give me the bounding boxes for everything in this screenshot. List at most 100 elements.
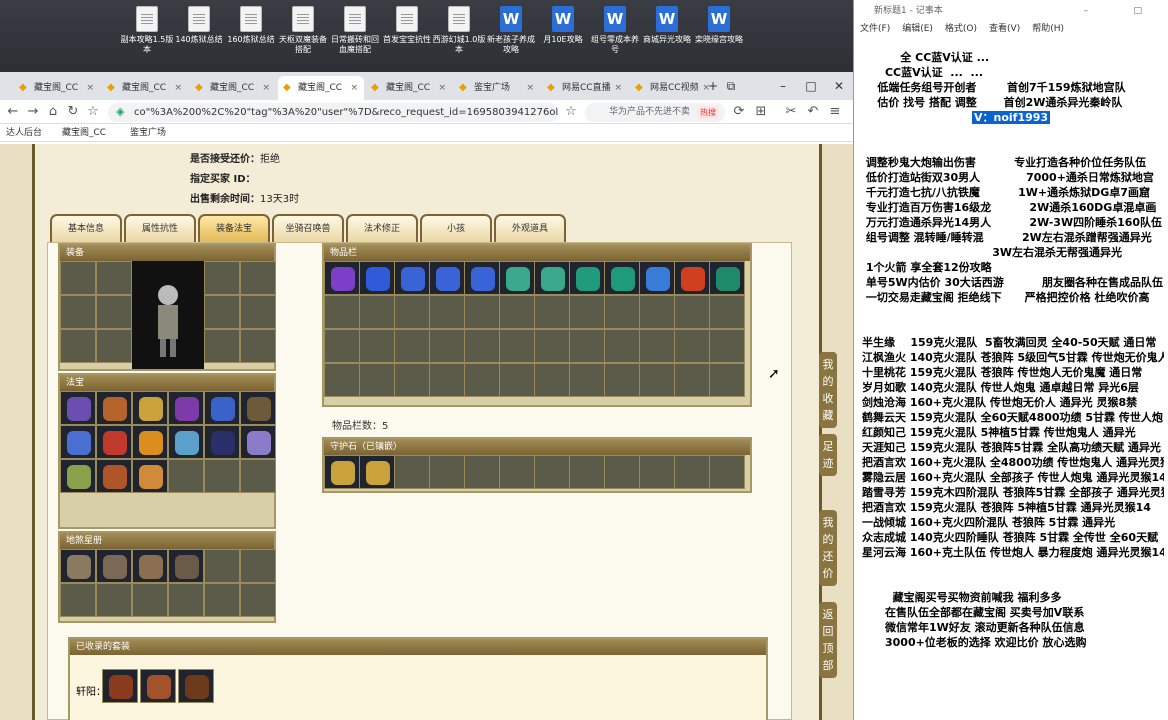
undo-icon[interactable]: ↶ xyxy=(804,103,822,121)
url-input[interactable]: ◈ co"%3A%200%2C%20"tag"%3A%20"user"%7D&re… xyxy=(108,103,558,122)
detail-tab[interactable]: 法术修正 xyxy=(346,214,418,242)
new-tab-button[interactable]: + xyxy=(700,76,726,96)
dizhen-card[interactable] xyxy=(132,549,168,583)
dizhen-card[interactable] xyxy=(60,549,96,583)
grid-icon[interactable]: ⊞ xyxy=(752,103,770,121)
fabao-item[interactable] xyxy=(132,425,168,459)
guard-stone-item[interactable] xyxy=(359,455,395,489)
star-icon[interactable]: ☆ xyxy=(562,103,580,121)
my-counteroffer-button[interactable]: 我的还价 xyxy=(819,510,837,586)
desktop-icon[interactable]: 天枢双魔装备搭配 xyxy=(276,6,330,55)
browser-tab[interactable]: ◆ 藏宝阁_CC × xyxy=(366,76,452,100)
maximize-button[interactable]: □ xyxy=(798,76,824,96)
desktop-icon[interactable]: 160炼狱总结 xyxy=(224,6,278,45)
fabao-item[interactable] xyxy=(60,459,96,493)
search-input[interactable]: 华为产品不先进不卖 热搜 xyxy=(585,103,725,122)
inventory-item[interactable] xyxy=(709,261,745,295)
fabao-item[interactable] xyxy=(204,391,240,425)
browser-tab[interactable]: ◆ 网易CC直播 × xyxy=(542,76,628,100)
tab-close-icon[interactable]: × xyxy=(262,76,270,100)
browser-tab[interactable]: ◆ 藏宝阁_CC × xyxy=(278,76,364,100)
tab-close-icon[interactable]: × xyxy=(350,76,358,100)
my-favorites-button[interactable]: 我的收藏 xyxy=(819,352,837,428)
detail-tab[interactable]: 小孩 xyxy=(420,214,492,242)
inventory-item[interactable] xyxy=(604,261,640,295)
notepad-menu-item[interactable]: 编辑(E) xyxy=(902,24,933,34)
desktop-icon[interactable]: W 新老孩子养成攻略 xyxy=(484,6,538,55)
desktop-icon[interactable]: 日常搬砖和回血魔搭配 xyxy=(328,6,382,55)
tab-close-icon[interactable]: × xyxy=(614,76,622,100)
history-icon[interactable]: ↻ xyxy=(64,103,82,121)
desktop-icon[interactable]: W 月10E攻略 xyxy=(536,6,590,45)
suit-item[interactable] xyxy=(178,669,214,703)
tab-close-icon[interactable]: × xyxy=(526,76,534,100)
detail-tab[interactable]: 属性抗性 xyxy=(124,214,196,242)
detail-tab[interactable]: 装备法宝 xyxy=(198,214,270,242)
inventory-item[interactable] xyxy=(639,261,675,295)
bookmark-star-icon[interactable]: ☆ xyxy=(84,103,102,121)
detail-tab[interactable]: 基本信息 xyxy=(50,214,122,242)
notepad-menu-item[interactable]: 查看(V) xyxy=(989,24,1020,34)
footprint-button[interactable]: 足迹 xyxy=(819,434,837,476)
bookmark-item[interactable]: 鉴宝广场 xyxy=(130,126,166,140)
fabao-item[interactable] xyxy=(240,425,276,459)
dizhen-card[interactable] xyxy=(168,549,204,583)
selected-contact-text[interactable]: V：noif1993 xyxy=(972,111,1051,124)
detail-tab[interactable]: 坐骑召唤兽 xyxy=(272,214,344,242)
guard-stone-item[interactable] xyxy=(324,455,360,489)
tab-close-icon[interactable]: × xyxy=(438,76,446,100)
fabao-item[interactable] xyxy=(96,459,132,493)
inventory-item[interactable] xyxy=(429,261,465,295)
fabao-item[interactable] xyxy=(96,425,132,459)
browser-tab[interactable]: ◆ 鉴宝广场 × xyxy=(454,76,540,100)
back-icon[interactable]: ← xyxy=(4,103,22,121)
fabao-item[interactable] xyxy=(132,459,168,493)
browser-tab[interactable]: ◆ 藏宝阁_CC × xyxy=(102,76,188,100)
home-icon[interactable]: ⌂ xyxy=(44,103,62,121)
dizhen-card[interactable] xyxy=(96,549,132,583)
scissors-icon[interactable]: ✂ xyxy=(782,103,800,121)
fabao-item[interactable] xyxy=(168,391,204,425)
inventory-item[interactable] xyxy=(324,261,360,295)
inventory-item[interactable] xyxy=(394,261,430,295)
desktop-icon[interactable]: W 栾晓缘宫攻略 xyxy=(692,6,746,45)
inventory-item[interactable] xyxy=(359,261,395,295)
detail-tab[interactable]: 外观道具 xyxy=(494,214,566,242)
inventory-item[interactable] xyxy=(464,261,500,295)
fabao-item[interactable] xyxy=(240,391,276,425)
minimize-button[interactable]: – xyxy=(770,76,796,96)
desktop-icon[interactable]: W 商城异光攻略 xyxy=(640,6,694,45)
desktop-icon[interactable]: 西游幻城1.0版本 xyxy=(432,6,486,55)
notepad-menu-item[interactable]: 文件(F) xyxy=(860,24,890,34)
inventory-item[interactable] xyxy=(499,261,535,295)
desktop-icon[interactable]: 140炼狱总结 xyxy=(172,6,226,45)
inventory-item[interactable] xyxy=(674,261,710,295)
menu-icon[interactable]: ≡ xyxy=(826,103,844,121)
forward-icon[interactable]: → xyxy=(24,103,42,121)
notepad-menu-item[interactable]: 帮助(H) xyxy=(1032,24,1064,34)
suit-item[interactable] xyxy=(140,669,176,703)
close-button[interactable]: ✕ xyxy=(826,76,852,96)
desktop-icon[interactable]: W 组号零成本养号 xyxy=(588,6,642,55)
back-to-top-button[interactable]: 返回顶部 xyxy=(819,602,837,678)
fabao-item[interactable] xyxy=(60,425,96,459)
fabao-item[interactable] xyxy=(96,391,132,425)
notepad-menu-item[interactable]: 格式(O) xyxy=(945,24,977,34)
desktop-icon[interactable]: 副本攻略1.5版本 xyxy=(120,6,174,55)
bookmark-item[interactable]: 达人后台 xyxy=(6,126,42,140)
browser-tab[interactable]: ◆ 藏宝阁_CC × xyxy=(190,76,276,100)
minimize-button[interactable]: – xyxy=(1084,0,1089,22)
refresh-icon[interactable]: ⟳ xyxy=(730,103,748,121)
fabao-item[interactable] xyxy=(204,425,240,459)
fabao-item[interactable] xyxy=(168,425,204,459)
inventory-item[interactable] xyxy=(569,261,605,295)
notepad-text[interactable]: 全 CC蓝V认证 ... CC蓝V认证 ... ... 低端任务组号开创者 首创… xyxy=(862,50,1164,720)
desktop-icon[interactable]: 首发宝宝抗性 xyxy=(380,6,434,45)
browser-tab[interactable]: ◆ 藏宝阁_CC × xyxy=(14,76,100,100)
fabao-item[interactable] xyxy=(132,391,168,425)
tab-close-icon[interactable]: × xyxy=(86,76,94,100)
bookmark-item[interactable]: 藏宝阁_CC xyxy=(62,126,106,140)
fabao-item[interactable] xyxy=(60,391,96,425)
tab-close-icon[interactable]: × xyxy=(174,76,182,100)
suit-item[interactable] xyxy=(102,669,138,703)
